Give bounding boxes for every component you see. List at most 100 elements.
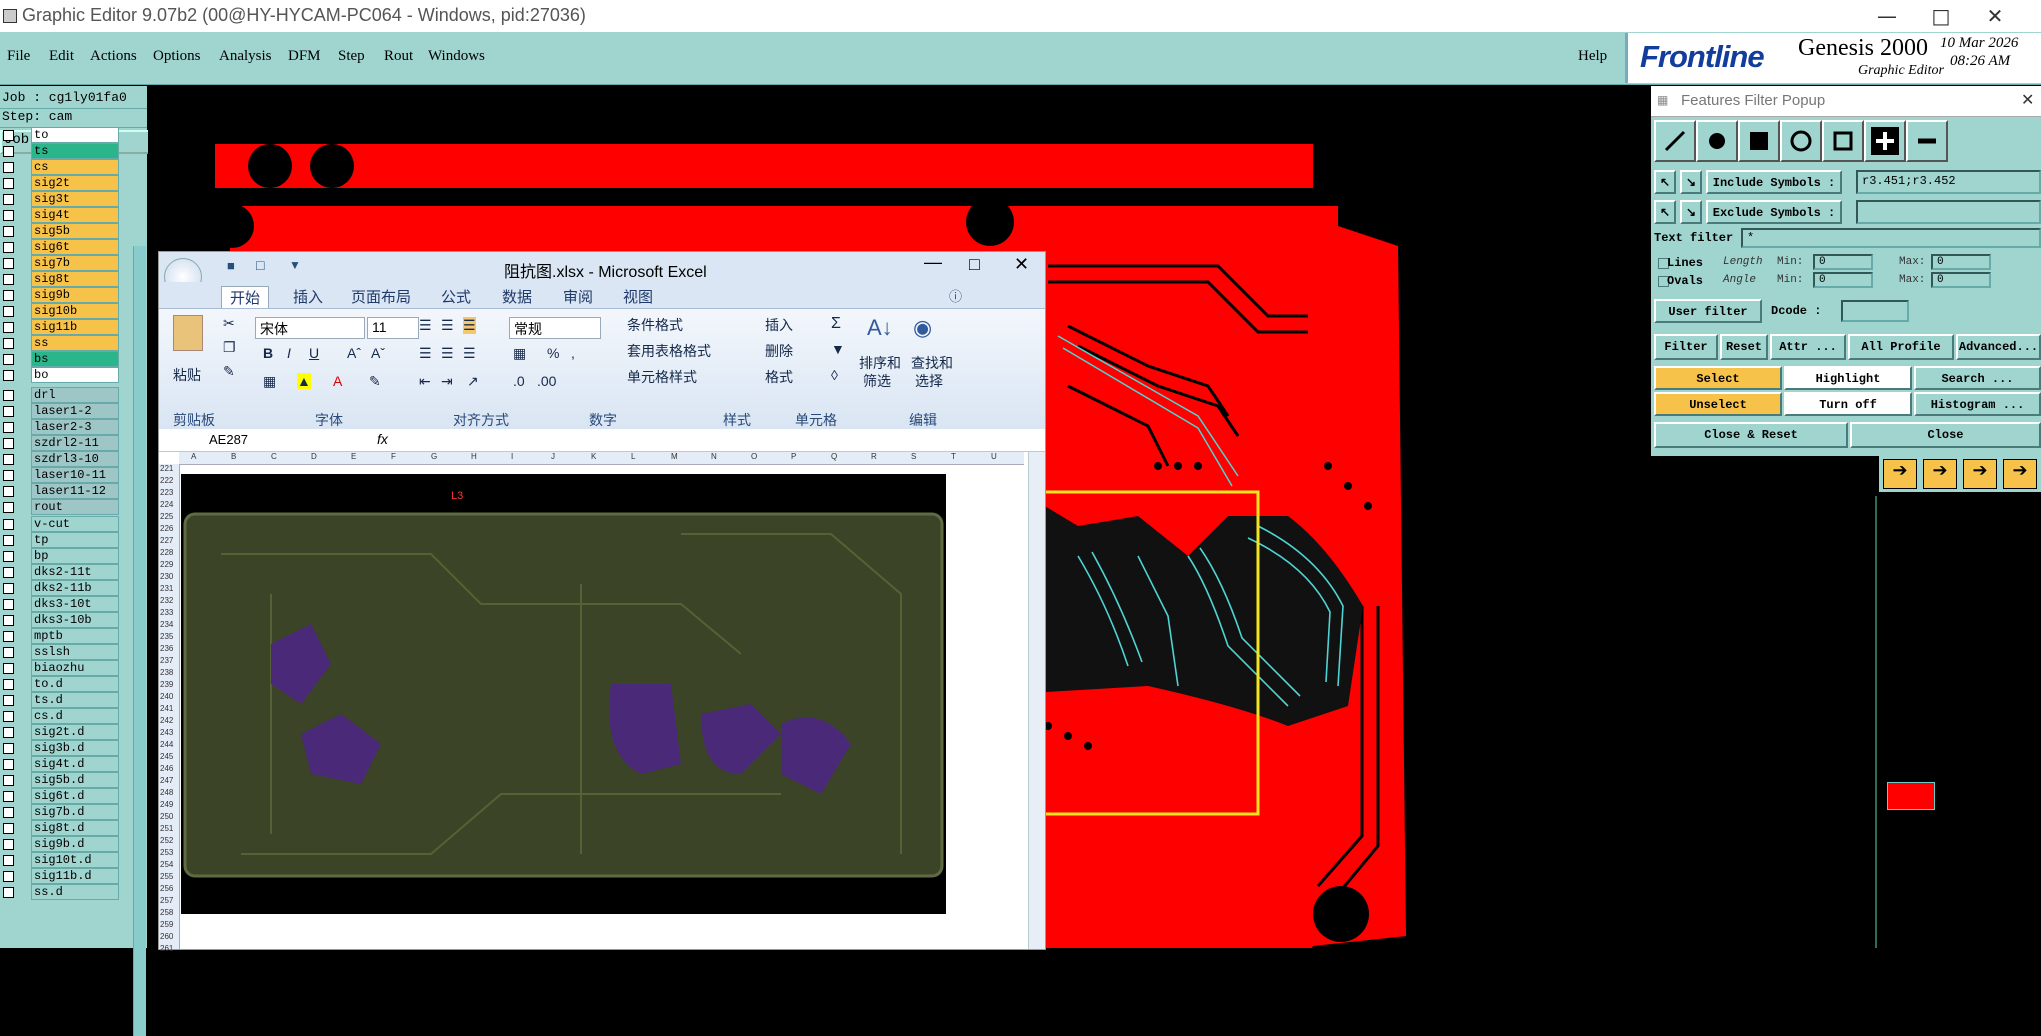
cut-icon[interactable]: ✂ (223, 315, 235, 332)
column-letter[interactable]: M (671, 452, 678, 461)
column-letter[interactable]: A (191, 452, 196, 461)
layer-name[interactable]: szdrl2-11 (31, 435, 119, 451)
row-number[interactable]: 245 (160, 752, 173, 761)
find-select-label-1[interactable]: 查找和 (911, 353, 953, 373)
pad-tool-icon[interactable] (1696, 120, 1738, 162)
tab-view[interactable]: 视图 (623, 286, 653, 307)
row-number[interactable]: 246 (160, 764, 173, 773)
layer-name[interactable]: sig8t.d (31, 820, 119, 836)
layer-name[interactable]: mptb (31, 628, 119, 644)
column-letter[interactable]: O (751, 452, 757, 461)
column-letter[interactable]: K (591, 452, 596, 461)
layer-row[interactable]: ts (0, 143, 120, 159)
layer-row[interactable]: sig10t.d (0, 852, 120, 868)
layer-checkbox[interactable] (3, 454, 14, 465)
layer-row[interactable]: sig2t.d (0, 724, 120, 740)
excel-vertical-scrollbar[interactable] (1028, 452, 1045, 949)
pointer-add-icon[interactable]: ➔ (1923, 459, 1957, 489)
layer-name[interactable]: sig4t (31, 207, 119, 223)
layer-row[interactable]: laser1-2 (0, 403, 120, 419)
layer-checkbox[interactable] (3, 130, 14, 141)
arc-tool-icon[interactable] (1780, 120, 1822, 162)
wen-icon[interactable]: ✎ (369, 373, 381, 390)
layer-row[interactable]: sig9b.d (0, 836, 120, 852)
layer-checkbox[interactable] (3, 406, 14, 417)
row-number[interactable]: 260 (160, 932, 173, 941)
clear-icon[interactable]: ◊ (831, 367, 838, 383)
column-letter[interactable]: H (471, 452, 477, 461)
layer-name[interactable]: sig8t (31, 271, 119, 287)
row-number[interactable]: 242 (160, 716, 173, 725)
layer-name[interactable]: dks2-11b (31, 580, 119, 596)
column-letter[interactable]: P (791, 452, 796, 461)
layer-checkbox[interactable] (3, 759, 14, 770)
layer-name[interactable]: to (31, 127, 119, 143)
layer-row[interactable]: rout (0, 499, 120, 515)
layer-row[interactable]: to.d (0, 676, 120, 692)
layer-row[interactable]: laser10-11 (0, 467, 120, 483)
align-top-icon[interactable]: ☰ (419, 317, 432, 334)
pointer-tool-icon[interactable]: ➔ (1883, 459, 1917, 489)
tab-home[interactable]: 开始 (221, 286, 270, 309)
exclude-symbols-field[interactable] (1856, 200, 2041, 224)
layer-checkbox[interactable] (3, 615, 14, 626)
orientation-icon[interactable]: ↗ (467, 373, 479, 390)
row-number[interactable]: 249 (160, 800, 173, 809)
sort-filter-label-1[interactable]: 排序和 (859, 353, 901, 373)
column-letter[interactable]: F (391, 452, 396, 461)
layer-checkbox[interactable] (3, 470, 14, 481)
row-number[interactable]: 222 (160, 476, 173, 485)
layer-checkbox[interactable] (3, 695, 14, 706)
surface-tool-icon[interactable] (1738, 120, 1780, 162)
layer-row[interactable]: cs.d (0, 708, 120, 724)
layer-row[interactable]: cs (0, 159, 120, 175)
layer-checkbox[interactable] (3, 583, 14, 594)
increase-decimal-icon[interactable]: .0 (513, 373, 525, 389)
layer-row[interactable]: sig5b.d (0, 772, 120, 788)
angle-max-field[interactable]: 0 (1931, 272, 1991, 288)
decrease-indent-icon[interactable]: ⇤ (419, 373, 431, 390)
menu-rout[interactable]: Rout (384, 48, 413, 65)
row-number[interactable]: 257 (160, 896, 173, 905)
menu-actions[interactable]: Actions (90, 48, 137, 65)
row-number[interactable]: 235 (160, 632, 173, 641)
layer-checkbox[interactable] (3, 290, 14, 301)
layer-name[interactable]: bp (31, 548, 119, 564)
column-letter[interactable]: I (511, 452, 513, 461)
qat-dropdown-icon[interactable]: ▼ (289, 258, 301, 272)
row-number[interactable]: 238 (160, 668, 173, 677)
tab-review[interactable]: 审阅 (563, 286, 593, 307)
grow-font-icon[interactable]: Aˆ (347, 345, 361, 361)
layer-row[interactable]: sig5b (0, 223, 120, 239)
layer-row[interactable]: sig8t (0, 271, 120, 287)
layer-row[interactable]: v-cut (0, 516, 120, 532)
layer-row[interactable]: sig6t (0, 239, 120, 255)
include-pick-icon[interactable]: ↘ (1680, 170, 1702, 194)
row-number[interactable]: 253 (160, 848, 173, 857)
font-name-select[interactable]: 宋体 (255, 317, 365, 339)
row-number[interactable]: 226 (160, 524, 173, 533)
all-profile-select[interactable]: All Profile (1848, 334, 1954, 360)
layer-row[interactable]: dks2-11t (0, 564, 120, 580)
column-letter[interactable]: C (271, 452, 277, 461)
exclude-symbols-button[interactable]: Exclude Symbols : (1706, 200, 1842, 224)
number-format-select[interactable]: 常规 (509, 317, 601, 339)
layer-checkbox[interactable] (3, 807, 14, 818)
layer-row[interactable]: tp (0, 532, 120, 548)
dcode-field[interactable] (1841, 300, 1909, 322)
tab-insert[interactable]: 插入 (293, 286, 323, 307)
layer-row[interactable]: dks3-10b (0, 612, 120, 628)
layer-name[interactable]: cs.d (31, 708, 119, 724)
layer-checkbox[interactable] (3, 306, 14, 317)
name-box[interactable]: AE287 (209, 432, 248, 447)
unselect-button[interactable]: Unselect (1654, 392, 1782, 416)
paste-label[interactable]: 粘贴 (173, 365, 201, 385)
layer-name[interactable]: sig4t.d (31, 756, 119, 772)
layer-row[interactable]: sig2t (0, 175, 120, 191)
menu-edit[interactable]: Edit (49, 48, 74, 65)
column-letter[interactable]: B (231, 452, 236, 461)
excel-window[interactable]: ■ □ ▼ 阻抗图.xlsx - Microsoft Excel — □ ✕ 开… (158, 251, 1046, 953)
layer-row[interactable]: sig3t (0, 191, 120, 207)
column-letter[interactable]: T (951, 452, 956, 461)
text-filter-field[interactable]: * (1741, 228, 2041, 248)
